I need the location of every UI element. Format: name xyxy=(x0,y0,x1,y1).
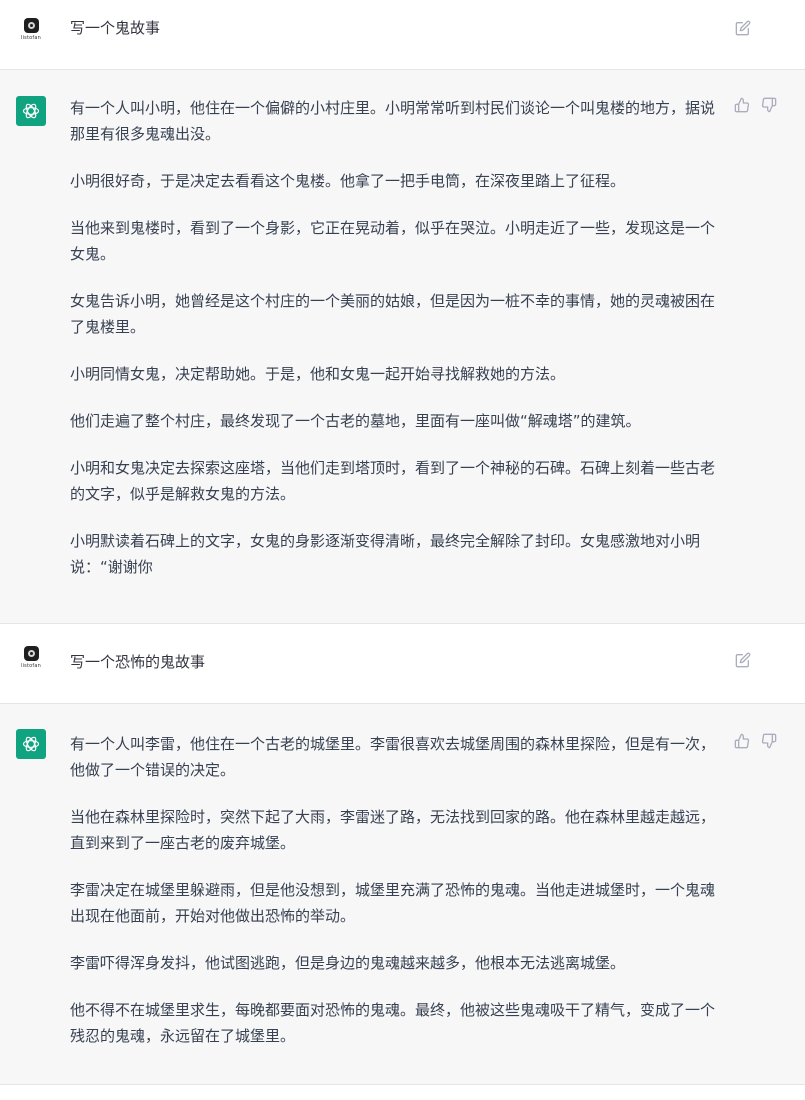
answer-paragraph: 他们走遍了整个村庄，最终发现了一个古老的墓地，里面有一座叫做“解魂塔”的建筑。 xyxy=(70,412,641,430)
thumbs-up-icon[interactable] xyxy=(734,97,750,113)
assistant-answer: 有一个人叫小明，他住在一个偏僻的小村庄里。小明常常听到村民们谈论一个叫鬼楼的地方… xyxy=(70,95,718,601)
answer-paragraph: 当他来到鬼楼时，看到了一个身影，它正在晃动着，似乎在哭泣。小明走近了一些，发现这… xyxy=(70,219,716,263)
answer-paragraph: 女鬼告诉小明，她曾经是这个村庄的一个美丽的姑娘，但是因为一桩不幸的事情，她的灵魂… xyxy=(70,292,716,336)
thumbs-up-icon[interactable] xyxy=(734,733,750,749)
assistant-message: 有一个人叫李雷，他住在一个古老的城堡里。李雷很喜欢去城堡周围的森林里探险，但是有… xyxy=(0,704,805,1085)
answer-paragraph: 当他在森林里探险时，突然下起了大雨，李雷迷了路，无法找到回家的路。他在森林里越走… xyxy=(70,808,716,852)
answer-paragraph: 有一个人叫李雷，他住在一个古老的城堡里。李雷很喜欢去城堡周围的森林里探险，但是有… xyxy=(70,735,716,779)
user-avatar-label: listofan xyxy=(21,663,41,669)
thumbs-down-icon[interactable] xyxy=(761,733,777,749)
answer-paragraph: 小明和女鬼决定去探索这座塔，当他们走到塔顶时，看到了一个神秘的石碑。石碑上刻着一… xyxy=(70,459,716,503)
answer-paragraph: 李雷决定在城堡里躲避雨，但是他没想到，城堡里充满了恐怖的鬼魂。当他走进城堡时，一… xyxy=(70,881,716,925)
answer-paragraph: 小明同情女鬼，决定帮助她。于是，他和女鬼一起开始寻找解救她的方法。 xyxy=(70,365,566,383)
user-message: listofan 写一个鬼故事 xyxy=(0,0,805,70)
answer-paragraph: 他不得不在城堡里求生，每晚都要面对恐怖的鬼魂。最终，他被这些鬼魂吸干了精气，变成… xyxy=(70,1001,716,1045)
user-message-text: 写一个鬼故事 xyxy=(70,19,161,37)
user-avatar: listofan xyxy=(18,18,44,48)
answer-paragraph: 有一个人叫小明，他住在一个偏僻的小村庄里。小明常常听到村民们谈论一个叫鬼楼的地方… xyxy=(70,99,716,143)
answer-paragraph: 李雷吓得浑身发抖，他试图逃跑，但是身边的鬼魂越来越多，他根本无法逃离城堡。 xyxy=(70,954,626,972)
assistant-message: 有一个人叫小明，他住在一个偏僻的小村庄里。小明常常听到村民们谈论一个叫鬼楼的地方… xyxy=(0,70,805,624)
edit-icon[interactable] xyxy=(735,20,751,36)
user-message: listofan 写一个恐怖的鬼故事 xyxy=(0,624,805,704)
user-avatar: listofan xyxy=(18,646,44,676)
assistant-avatar xyxy=(16,729,46,759)
user-avatar-label: listofan xyxy=(21,35,41,41)
edit-icon[interactable] xyxy=(735,652,751,668)
feedback-buttons xyxy=(734,97,777,113)
answer-paragraph: 小明很好奇，于是决定去看看这个鬼楼。他拿了一把手电筒，在深夜里踏上了征程。 xyxy=(70,172,626,190)
openai-logo-icon xyxy=(22,103,40,119)
assistant-avatar xyxy=(16,96,46,126)
user-message-text: 写一个恐怖的鬼故事 xyxy=(70,653,206,671)
answer-paragraph: 小明默读着石碑上的文字，女鬼的身影逐渐变得清晰，最终完全解除了封印。女鬼感激地对… xyxy=(70,532,701,576)
assistant-answer: 有一个人叫李雷，他住在一个古老的城堡里。李雷很喜欢去城堡周围的森林里探险，但是有… xyxy=(70,731,718,1070)
thumbs-down-icon[interactable] xyxy=(761,97,777,113)
openai-logo-icon xyxy=(22,736,40,752)
feedback-buttons xyxy=(734,733,777,749)
